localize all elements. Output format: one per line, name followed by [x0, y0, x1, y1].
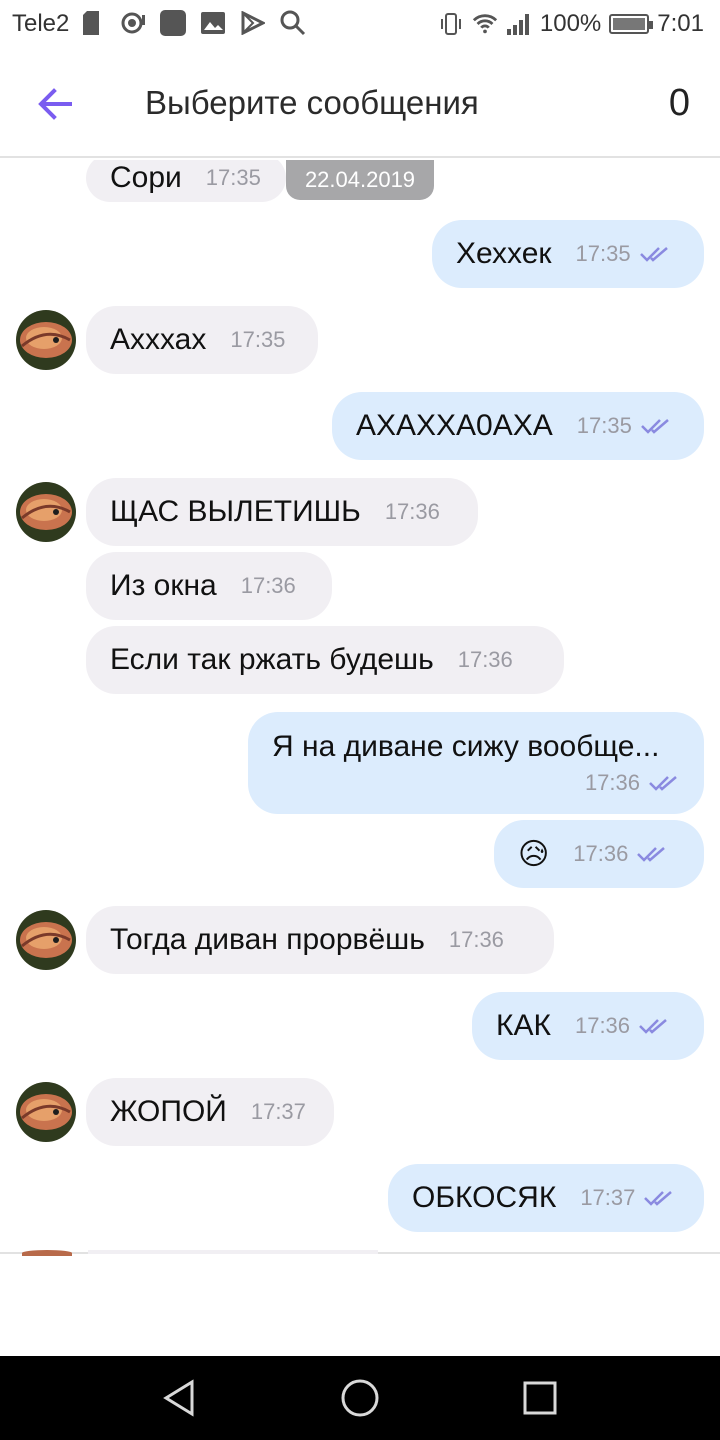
square-recents-icon [523, 1381, 557, 1415]
app-icon [160, 10, 186, 36]
message-text: ЩАС ВЫЛЕТИШЬ [110, 495, 361, 528]
carrier-label: Tele2 [12, 10, 70, 37]
message-time: 17:36 [457, 647, 513, 672]
circle-home-icon [341, 1379, 379, 1417]
avatar[interactable] [16, 482, 76, 542]
message-time: 17:37 [250, 1099, 306, 1124]
message-text: КАК [496, 1009, 551, 1042]
message-time: 17:35 [205, 165, 261, 190]
message-list[interactable]: Сори 17:35 Хеххек 17:35 Ахххах 17:35 АХАХХА0АХ… [0, 160, 720, 1252]
nav-home-button[interactable] [338, 1376, 382, 1420]
play-store-icon [240, 10, 266, 36]
page-title: Выберите сообщения [145, 84, 479, 121]
back-button[interactable] [30, 80, 78, 128]
outgoing-message[interactable]: Хеххек 17:35 [432, 220, 704, 288]
avatar [22, 1250, 72, 1256]
avatar[interactable] [16, 310, 76, 370]
message-time: 17:36 [448, 927, 504, 952]
nav-recents-button[interactable] [518, 1376, 562, 1420]
message-text: Если так ржать будешь [110, 643, 434, 676]
avatar[interactable] [16, 1082, 76, 1142]
read-ticks-icon [640, 419, 669, 434]
message-text: АХАХХА0АХА [356, 409, 553, 442]
navigation-bar [0, 1356, 720, 1440]
screen: Tele2 100% 7:01 Выберите сообщения 0 Сор… [0, 0, 720, 1440]
outgoing-message[interactable]: Я на диване сижу вообще... 17:36 [248, 712, 704, 814]
outgoing-message[interactable]: АХАХХА0АХА 17:35 [332, 392, 704, 460]
message-time: 17:36 [584, 770, 640, 795]
composer-area [0, 1250, 720, 1356]
message-text: Я на диване сижу вообще... [272, 730, 660, 763]
message-time: 17:37 [580, 1185, 636, 1210]
message-text: ЖОПОЙ [110, 1095, 227, 1128]
triangle-back-icon [163, 1379, 194, 1417]
message-time: 17:36 [384, 499, 440, 524]
message-text: Из окна [110, 569, 217, 602]
outgoing-message[interactable]: ОБКОСЯК 17:37 [388, 1164, 704, 1232]
message-bubble [88, 1250, 378, 1254]
message-time: 17:36 [240, 573, 296, 598]
message-text: Тогда диван прорвёшь [110, 923, 425, 956]
incoming-message[interactable]: ЖОПОЙ 17:37 [86, 1078, 334, 1146]
message-text: 😥 [518, 837, 550, 871]
selected-count: 0 [668, 82, 690, 124]
signal-icon [506, 11, 532, 37]
message-text: Ахххах [110, 323, 207, 356]
message-time: 17:35 [576, 413, 632, 438]
nav-back-button[interactable] [158, 1376, 202, 1420]
app-bar: Выберите сообщения 0 [0, 48, 720, 158]
message-meta: 17:36 [561, 770, 680, 796]
avatar[interactable] [16, 910, 76, 970]
clock: 7:01 [657, 10, 704, 37]
search-icon [280, 10, 306, 36]
message-time: 17:36 [574, 1013, 631, 1038]
outgoing-message[interactable]: КАК 17:36 [472, 992, 704, 1060]
sd-card-icon [80, 10, 106, 36]
incoming-message[interactable]: Если так ржать будешь 17:36 [86, 626, 564, 694]
date-divider: 22.04.2019 [286, 160, 434, 200]
status-bar: Tele2 100% 7:01 [0, 0, 720, 48]
arrow-left-icon [38, 88, 72, 120]
read-ticks-icon [639, 247, 668, 262]
battery-fill [613, 18, 646, 30]
message-text: Сори [110, 161, 182, 194]
incoming-message[interactable]: ЩАС ВЫЛЕТИШЬ 17:36 [86, 478, 478, 546]
incoming-message[interactable]: Ахххах 17:35 [86, 306, 318, 374]
image-icon [200, 10, 226, 36]
incoming-message[interactable]: Из окна 17:36 [86, 552, 332, 620]
message-time: 17:36 [573, 841, 629, 866]
read-ticks-icon [644, 1191, 673, 1206]
outgoing-message[interactable]: 😥 17:36 [494, 820, 704, 888]
message-text: ОБКОСЯК [412, 1181, 557, 1214]
battery-icon [609, 14, 654, 34]
read-ticks-icon [649, 776, 677, 791]
message-time: 17:35 [230, 327, 286, 352]
message-text: Хеххек [456, 237, 552, 270]
notification-icons [80, 10, 306, 36]
message-time: 17:35 [575, 241, 631, 266]
wifi-icon [472, 11, 498, 37]
read-ticks-icon [639, 1019, 667, 1034]
vibrate-icon [438, 11, 464, 37]
battery-percent: 100% [539, 10, 602, 37]
hotspot-icon [120, 10, 146, 36]
status-right: 100% 7:01 [438, 10, 704, 38]
incoming-message[interactable]: Сори 17:35 [86, 160, 286, 202]
read-ticks-icon [637, 847, 666, 862]
incoming-message[interactable]: Тогда диван прорвёшь 17:36 [86, 906, 554, 974]
